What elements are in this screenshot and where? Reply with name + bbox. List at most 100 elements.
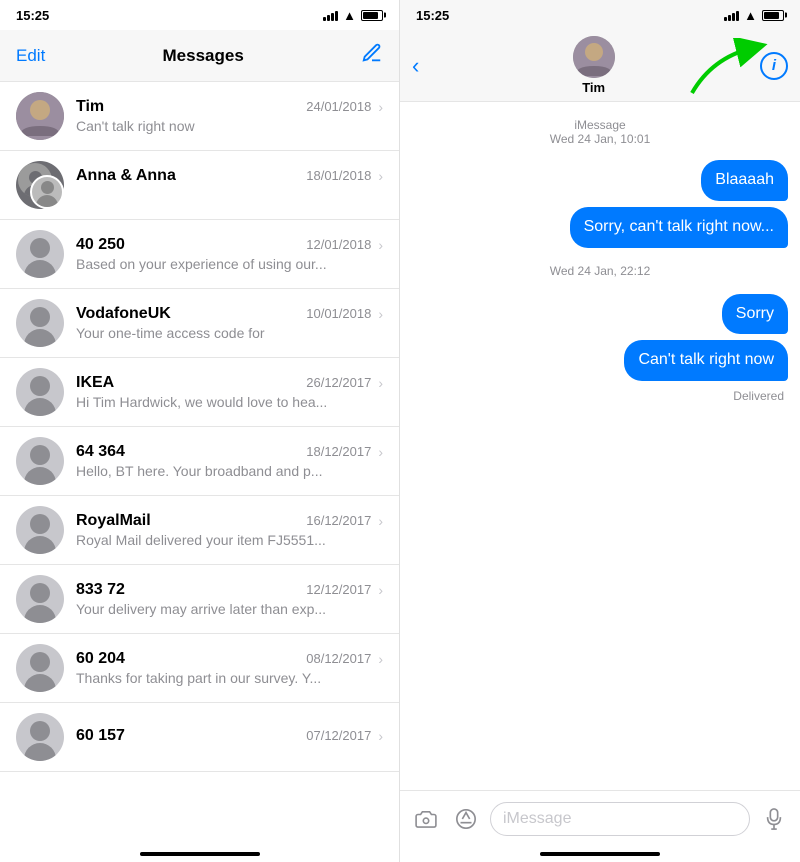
nav-title: Messages [45, 46, 361, 66]
chat-nav-bar: ‹ Tim i [400, 30, 800, 102]
signal-icon-right [724, 9, 739, 21]
message-content: 60 204 08/12/2017 › Thanks for taking pa… [76, 650, 383, 686]
message-bubble: Blaaaah [701, 160, 788, 201]
sender-name: IKEA [76, 374, 114, 392]
message-preview: Your delivery may arrive later than exp.… [76, 601, 383, 617]
message-date: 18/01/2018 › [306, 168, 383, 184]
chat-avatar [573, 36, 615, 78]
mic-button[interactable] [758, 803, 790, 835]
list-item[interactable]: 64 364 18/12/2017 › Hello, BT here. Your… [0, 427, 399, 496]
message-preview: Based on your experience of using our... [76, 256, 383, 272]
avatar [16, 299, 64, 347]
message-preview: Hi Tim Hardwick, we would love to hea... [76, 394, 383, 410]
list-item[interactable]: IKEA 26/12/2017 › Hi Tim Hardwick, we wo… [0, 358, 399, 427]
message-preview: Can't talk right now [76, 118, 383, 134]
avatar [16, 506, 64, 554]
message-content: 40 250 12/01/2018 › Based on your experi… [76, 236, 383, 272]
sender-name: Tim [76, 98, 104, 116]
sender-name: 40 250 [76, 236, 125, 254]
message-preview: Your one-time access code for [76, 325, 383, 341]
message-date: 12/12/2017 › [306, 582, 383, 598]
message-content: 833 72 12/12/2017 › Your delivery may ar… [76, 581, 383, 617]
battery-icon-right [762, 10, 784, 21]
message-content: IKEA 26/12/2017 › Hi Tim Hardwick, we wo… [76, 374, 383, 410]
wifi-icon-right: ▲ [744, 8, 757, 23]
message-date: 10/01/2018 › [306, 306, 383, 322]
list-item[interactable]: RoyalMail 16/12/2017 › Royal Mail delive… [0, 496, 399, 565]
list-item[interactable]: VodafoneUK 10/01/2018 › Your one-time ac… [0, 289, 399, 358]
contact-name: Tim [582, 80, 605, 95]
message-date: 26/12/2017 › [306, 375, 383, 391]
avatar [16, 368, 64, 416]
message-date: 24/01/2018 › [306, 99, 383, 115]
message-bubble: Can't talk right now [624, 340, 788, 381]
sender-name: VodafoneUK [76, 305, 171, 323]
message-content: Anna & Anna 18/01/2018 › . [76, 167, 383, 203]
message-preview: Thanks for taking part in our survey. Y.… [76, 670, 383, 686]
delivered-label: Delivered [412, 389, 788, 403]
camera-button[interactable] [410, 803, 442, 835]
avatar [16, 575, 64, 623]
message-content: 60 157 07/12/2017 › [76, 727, 383, 747]
sender-name: Anna & Anna [76, 167, 176, 185]
chat-input-bar: iMessage [400, 790, 800, 846]
message-date: 07/12/2017 › [306, 728, 383, 744]
timestamp-label: Wed 24 Jan, 22:12 [412, 264, 788, 278]
chat-contact: Tim [427, 36, 760, 95]
avatar [16, 92, 64, 140]
sender-name: 833 72 [76, 581, 125, 599]
list-item[interactable]: 60 157 07/12/2017 › [0, 703, 399, 772]
message-row: Blaaaah [412, 160, 788, 201]
list-item[interactable]: 60 204 08/12/2017 › Thanks for taking pa… [0, 634, 399, 703]
wifi-icon-left: ▲ [343, 8, 356, 23]
sender-name: 60 157 [76, 727, 125, 745]
avatar [16, 230, 64, 278]
nav-bar-left: Edit Messages [0, 30, 399, 82]
signal-icon-left [323, 9, 338, 21]
message-date: 16/12/2017 › [306, 513, 383, 529]
message-preview: . [76, 187, 383, 203]
status-bar-left: 15:25 ▲ [0, 0, 399, 30]
input-placeholder: iMessage [503, 810, 571, 828]
status-bar-right: 15:25 ▲ [400, 0, 800, 30]
message-date: 08/12/2017 › [306, 651, 383, 667]
message-date: 18/12/2017 › [306, 444, 383, 460]
app-store-button[interactable] [450, 803, 482, 835]
chat-panel: 15:25 ▲ ‹ Tim [400, 0, 800, 862]
chat-header-label: iMessageWed 24 Jan, 10:01 [412, 118, 788, 146]
message-row: Can't talk right now [412, 340, 788, 381]
avatar [16, 713, 64, 761]
back-button[interactable]: ‹ [412, 53, 419, 79]
avatar [16, 644, 64, 692]
time-left: 15:25 [16, 8, 49, 23]
battery-icon-left [361, 10, 383, 21]
list-item[interactable]: 833 72 12/12/2017 › Your delivery may ar… [0, 565, 399, 634]
message-row: Sorry, can't talk right now... [412, 207, 788, 248]
sender-name: 60 204 [76, 650, 125, 668]
list-item[interactable]: 40 250 12/01/2018 › Based on your experi… [0, 220, 399, 289]
message-preview: Hello, BT here. Your broadband and p... [76, 463, 383, 479]
message-input[interactable]: iMessage [490, 802, 750, 836]
list-item[interactable]: Tim 24/01/2018 › Can't talk right now [0, 82, 399, 151]
sender-name: 64 364 [76, 443, 125, 461]
message-date: 12/01/2018 › [306, 237, 383, 253]
edit-button[interactable]: Edit [16, 46, 45, 66]
avatar [16, 161, 64, 209]
compose-button[interactable] [361, 42, 383, 70]
message-content: 64 364 18/12/2017 › Hello, BT here. Your… [76, 443, 383, 479]
message-bubble: Sorry, can't talk right now... [570, 207, 788, 248]
message-list: Tim 24/01/2018 › Can't talk right now [0, 82, 399, 846]
info-button[interactable]: i [760, 52, 788, 80]
message-content: RoyalMail 16/12/2017 › Royal Mail delive… [76, 512, 383, 548]
time-right: 15:25 [416, 8, 449, 23]
message-bubble: Sorry [722, 294, 788, 335]
messages-list-panel: 15:25 ▲ Edit Messages [0, 0, 400, 862]
message-content: Tim 24/01/2018 › Can't talk right now [76, 98, 383, 134]
chat-messages: iMessageWed 24 Jan, 10:01 Blaaaah Sorry,… [400, 102, 800, 790]
avatar [16, 437, 64, 485]
list-item[interactable]: Anna & Anna 18/01/2018 › . [0, 151, 399, 220]
sender-name: RoyalMail [76, 512, 151, 530]
message-preview: Royal Mail delivered your item FJ5551... [76, 532, 383, 548]
message-content: VodafoneUK 10/01/2018 › Your one-time ac… [76, 305, 383, 341]
message-row: Sorry [412, 294, 788, 335]
